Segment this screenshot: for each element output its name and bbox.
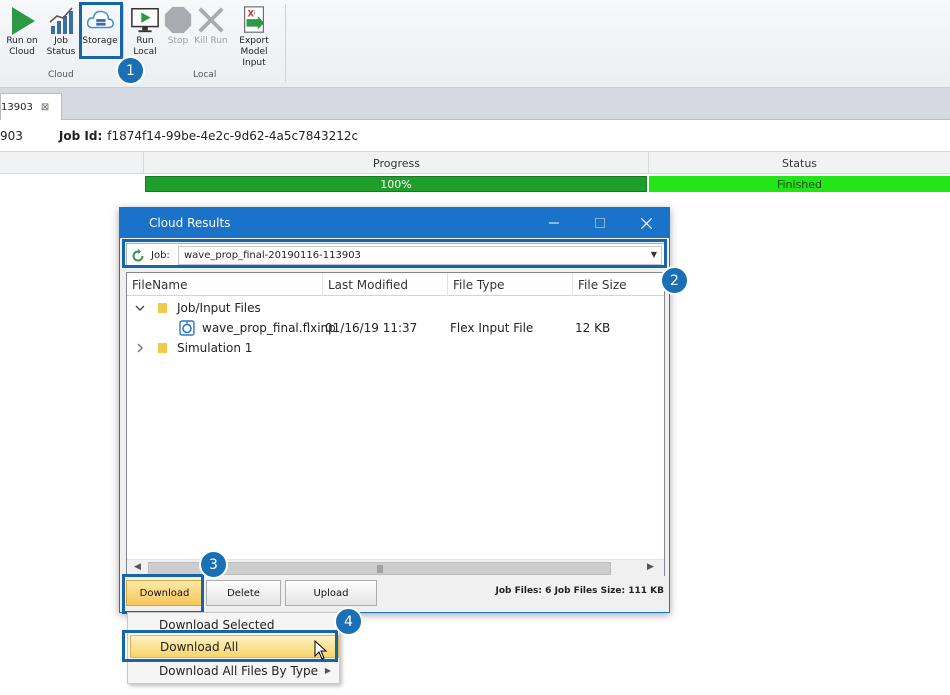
grip-icon <box>377 564 382 573</box>
minimize-button[interactable] <box>531 208 577 238</box>
stop-button[interactable]: Stop <box>162 4 194 66</box>
size-column-header[interactable]: File Size <box>573 273 664 296</box>
submenu-arrow-icon: ▶ <box>324 666 331 675</box>
stop-octagon-icon <box>163 4 193 36</box>
tab-job[interactable]: 13903 ⊠ <box>0 93 62 120</box>
job-status-label-1: Job <box>54 36 68 46</box>
bar-chart-icon <box>46 4 76 36</box>
file-name: wave_prop_final.flxinp <box>202 321 336 335</box>
run-local-label-1: Run <box>136 36 154 46</box>
x-icon <box>196 4 226 36</box>
callout-badge-3: 3 <box>199 550 228 579</box>
file-type: Flex Input File <box>450 321 534 335</box>
job-grid-row[interactable]: 100% Finished <box>0 175 950 194</box>
maximize-button[interactable] <box>577 208 623 238</box>
scroll-right-icon[interactable]: ▶ <box>647 562 654 572</box>
tree-file-row[interactable]: wave_prop_final.flxinp 01/16/19 11:37 Fl… <box>127 318 664 338</box>
job-id-value: f1874f14-99be-4e2c-9d62-4a5c7843212c <box>107 129 359 143</box>
folder-icon <box>157 338 169 358</box>
play-icon <box>7 4 37 36</box>
close-icon[interactable]: ⊠ <box>41 102 49 113</box>
job-name-fragment: 903 <box>0 129 23 143</box>
export-model-input-button[interactable]: X i Export Model Input <box>227 4 281 68</box>
tree-folder-simulation[interactable]: Simulation 1 <box>127 338 664 358</box>
file-tree-header: FileName Last Modified File Type File Si… <box>127 273 664 296</box>
expanded-chevron-icon[interactable] <box>135 298 145 318</box>
run-local-label-2: Local <box>133 47 157 57</box>
progress-bar: 100% <box>145 176 647 192</box>
delete-button[interactable]: Delete <box>206 580 281 606</box>
monitor-play-icon <box>130 4 160 36</box>
callout-box-download <box>122 574 204 614</box>
group-label-local: Local <box>193 70 217 80</box>
tree-folder-job-input[interactable]: Job/Input Files <box>127 298 664 318</box>
group-separator <box>285 4 286 82</box>
folder-icon <box>157 298 169 318</box>
upload-button[interactable]: Upload <box>285 580 377 606</box>
job-files-label: Job Files: <box>495 586 543 596</box>
document-tab-strip: 13903 ⊠ <box>0 88 950 120</box>
close-icon <box>640 217 652 229</box>
job-files-size-value: 111 KB <box>628 586 664 596</box>
callout-badge-2: 2 <box>660 266 689 295</box>
dialog-title: Cloud Results <box>149 216 231 230</box>
group-label-cloud: Cloud <box>48 70 74 80</box>
job-status-button[interactable]: Job Status <box>44 4 78 66</box>
run-on-cloud-label-1: Run on <box>6 36 38 46</box>
job-files-value: 6 <box>545 586 552 596</box>
minimize-icon <box>549 222 559 224</box>
stop-label: Stop <box>167 36 189 46</box>
run-on-cloud-label-2: Cloud <box>9 47 35 57</box>
results-file-tree: FileName Last Modified File Type File Si… <box>126 272 665 576</box>
callout-box-job-selector <box>122 239 667 268</box>
callout-box-storage <box>79 2 123 59</box>
menu-item-download-by-type[interactable]: Download All Files By Type ▶ <box>130 659 339 682</box>
menu-item-label: Download All Files By Type <box>159 663 319 678</box>
job-status-label-2: Status <box>46 47 76 57</box>
job-grid-header: Progress Status <box>0 151 950 174</box>
tab-job-label: 13903 <box>1 101 33 113</box>
export-document-icon: X i <box>239 4 269 36</box>
job-files-summary: Job Files: 6 Job Files Size: 111 KB <box>492 586 664 596</box>
export-model-label-2: Input <box>242 58 266 68</box>
close-button[interactable] <box>623 208 669 238</box>
maximize-icon <box>595 218 605 228</box>
job-files-size-label: Job Files Size: <box>554 586 626 596</box>
status-column-header[interactable]: Status <box>648 152 950 174</box>
callout-box-download-all <box>122 630 338 662</box>
tree-folder-label: Job/Input Files <box>177 301 261 315</box>
status-cell: Finished <box>649 176 950 192</box>
flex-input-file-icon <box>179 318 195 338</box>
modified-column-header[interactable]: Last Modified <box>323 273 448 296</box>
job-id-label: Job Id: <box>58 129 103 143</box>
callout-badge-1: 1 <box>116 56 145 85</box>
filename-column-header[interactable]: FileName <box>127 273 323 296</box>
kill-run-label: Kill Run <box>194 36 228 46</box>
file-modified: 01/16/19 11:37 <box>325 321 418 335</box>
job-info-line: 903 Job Id: f1874f14-99be-4e2c-9d62-4a5c… <box>0 124 950 148</box>
dialog-titlebar[interactable]: Cloud Results <box>120 208 669 238</box>
collapsed-chevron-icon[interactable] <box>135 338 145 358</box>
tree-folder-label: Simulation 1 <box>177 341 253 355</box>
kill-run-button[interactable]: Kill Run <box>194 4 228 66</box>
scroll-left-icon[interactable]: ◀ <box>134 562 141 572</box>
mouse-cursor-icon <box>314 640 328 660</box>
export-model-label-1: Export Model <box>239 36 269 57</box>
app-window: Run on Cloud Job Status Storage Run Loca… <box>0 0 950 695</box>
type-column-header[interactable]: File Type <box>448 273 573 296</box>
cloud-results-dialog: Cloud Results Job: wave_prop_final-20190… <box>119 207 670 613</box>
progress-column-header[interactable]: Progress <box>143 152 649 174</box>
file-size: 12 KB <box>575 321 611 335</box>
callout-badge-4: 4 <box>334 607 363 636</box>
run-on-cloud-button[interactable]: Run on Cloud <box>4 4 40 66</box>
